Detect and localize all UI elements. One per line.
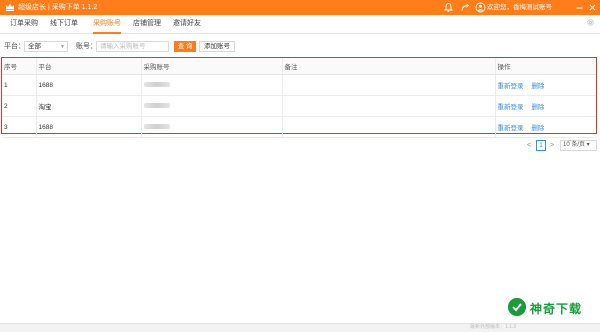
row-actions: 重新登录 删除 xyxy=(495,116,596,138)
column-header-index: 序号 xyxy=(2,58,37,75)
query-button[interactable]: 查 询 xyxy=(174,41,196,52)
row-platform: 淘宝 xyxy=(36,95,142,117)
title-bar: 超级店长 | 采购下单 1.1.2 欢迎您，香梅测试账号 xyxy=(0,0,600,15)
relogin-link[interactable]: 重新登录 xyxy=(498,125,524,132)
tab-order-purchase[interactable]: 订单采购 xyxy=(10,19,38,29)
redacted-account xyxy=(143,82,170,88)
row-actions: 重新登录 删除 xyxy=(495,95,596,117)
minimize-icon[interactable] xyxy=(574,2,585,13)
chevron-down-icon: ▼ xyxy=(60,44,65,50)
relogin-link[interactable]: 重新登录 xyxy=(498,104,524,111)
account-label: 账号： xyxy=(76,43,97,50)
row-index: 1 xyxy=(2,74,37,96)
page-size-value: 10 条/页 xyxy=(563,142,586,148)
pagination: < 1 > 10 条/页 ▾ xyxy=(527,140,597,152)
version-status: 最新外部版本：1.1.2 xyxy=(470,324,517,330)
accounts-table: 序号 平台 采购账号 备注 操作 1 1688 重新登录 删除 2 淘宝 重新登… xyxy=(1,57,597,138)
gear-icon[interactable] xyxy=(586,18,595,27)
add-account-button[interactable]: 添加账号 xyxy=(199,41,235,52)
tab-invite-friends[interactable]: 邀请好友 xyxy=(173,19,201,29)
row-index: 3 xyxy=(2,116,37,138)
column-header-platform: 平台 xyxy=(36,58,142,75)
platform-select-value: 全部 xyxy=(28,43,41,50)
page-size-select[interactable]: 10 条/页 ▾ xyxy=(560,140,597,151)
page-number-button[interactable]: 1 xyxy=(536,140,546,151)
bell-icon[interactable] xyxy=(443,2,454,13)
account-search-input[interactable]: 请输入采购账号 xyxy=(96,41,169,52)
tab-store-management[interactable]: 店铺管理 xyxy=(133,19,161,29)
crown-logo-icon xyxy=(6,3,14,11)
welcome-text[interactable]: 欢迎您，香梅测试账号 xyxy=(487,3,552,12)
table-row: 3 1688 重新登录 删除 xyxy=(2,116,596,138)
column-header-actions: 操作 xyxy=(495,58,596,75)
row-account xyxy=(141,116,283,138)
platform-label: 平台： xyxy=(4,43,25,50)
table-row: 1 1688 重新登录 删除 xyxy=(2,74,596,96)
filter-bar: 平台： 全部 ▼ 账号： 请输入采购账号 查 询 添加账号 xyxy=(0,40,600,54)
delete-link[interactable]: 删除 xyxy=(531,104,544,111)
close-icon[interactable] xyxy=(587,2,598,13)
column-header-account: 采购账号 xyxy=(141,58,283,75)
row-account xyxy=(141,74,283,96)
window-title: 超级店长 | 采购下单 1.1.2 xyxy=(18,4,98,11)
table-row: 2 淘宝 重新登录 删除 xyxy=(2,95,596,117)
row-actions: 重新登录 删除 xyxy=(495,74,596,96)
avatar-icon[interactable] xyxy=(475,2,486,13)
tab-bar: 订单采购 线下订单 采购账号 店铺管理 邀请好友 xyxy=(0,15,600,34)
watermark: 神奇下载 xyxy=(508,296,594,320)
watermark-text: 神奇下载 xyxy=(530,302,583,316)
row-note xyxy=(282,116,496,138)
row-platform: 1688 xyxy=(36,74,142,96)
redacted-account xyxy=(143,103,170,109)
row-index: 2 xyxy=(2,95,37,117)
column-header-note: 备注 xyxy=(282,58,496,75)
row-account xyxy=(141,95,283,117)
download-logo-icon xyxy=(508,298,526,316)
table-header: 序号 平台 采购账号 备注 操作 xyxy=(2,58,596,75)
tab-offline-orders[interactable]: 线下订单 xyxy=(50,19,78,29)
row-platform: 1688 xyxy=(36,116,142,138)
delete-link[interactable]: 删除 xyxy=(531,125,544,132)
platform-select[interactable]: 全部 ▼ xyxy=(24,41,68,52)
redacted-account xyxy=(143,124,170,130)
relogin-link[interactable]: 重新登录 xyxy=(498,83,524,90)
prev-page-button[interactable]: < xyxy=(527,141,531,151)
next-page-button[interactable]: > xyxy=(550,141,554,151)
row-note xyxy=(282,95,496,117)
share-icon[interactable] xyxy=(460,2,471,13)
delete-link[interactable]: 删除 xyxy=(531,83,544,90)
tab-purchase-accounts[interactable]: 采购账号 xyxy=(93,19,121,34)
row-note xyxy=(282,74,496,96)
